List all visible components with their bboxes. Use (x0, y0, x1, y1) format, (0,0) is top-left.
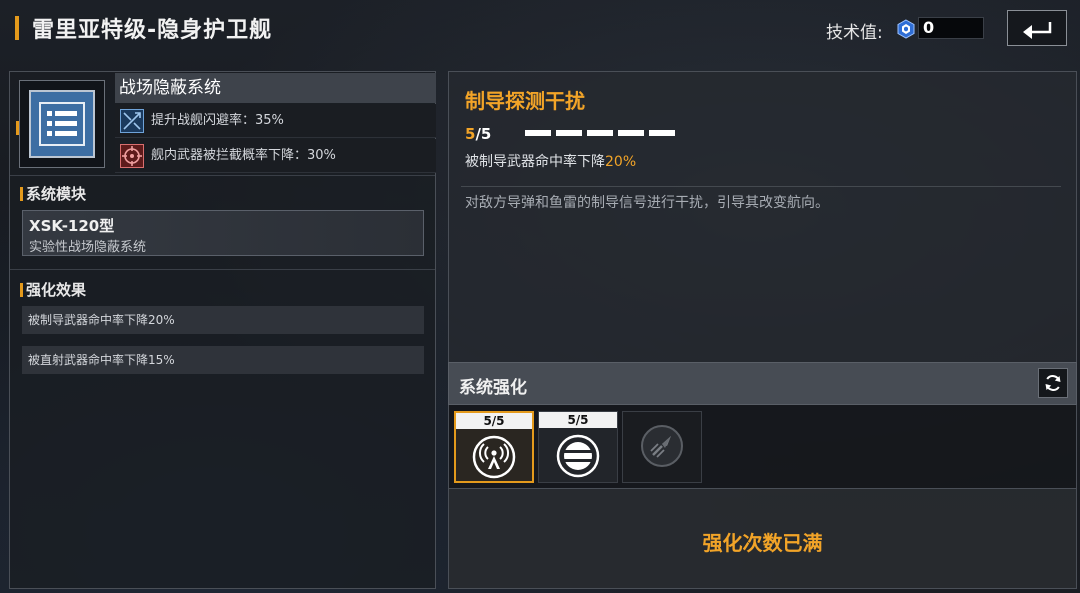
perk-effect-text: 被制导武器命中率下降 (465, 154, 605, 170)
back-button[interactable] (1007, 10, 1067, 46)
enhance-effect-item: 被直射武器命中率下降15% (22, 346, 424, 374)
title-accent-bar (15, 16, 19, 40)
perk-divider (461, 186, 1061, 187)
system-name: 战场隐蔽系统 (115, 73, 436, 103)
slot-level: 5/5 (456, 413, 532, 429)
module-accent-bar (16, 121, 19, 135)
module-card[interactable] (16, 80, 105, 168)
module-model-box[interactable]: XSK-120型 实验性战场隐蔽系统 (22, 210, 424, 256)
enhancement-header: 系统强化 (448, 362, 1077, 405)
module-model-desc: 实验性战场隐蔽系统 (29, 240, 147, 255)
enhancement-title: 系统强化 (459, 378, 527, 398)
enhancement-status-area: 强化次数已满 (448, 488, 1077, 589)
module-model-name: XSK-120型 (29, 217, 115, 235)
level-pip (587, 130, 613, 136)
section-accent-bar (20, 283, 23, 297)
tech-value-label: 技术值: (826, 23, 883, 43)
tech-value: 0 (923, 18, 935, 37)
back-arrow-icon (1023, 22, 1052, 39)
target-icon (120, 144, 144, 168)
enhance-effect-item: 被制导武器命中率下降20% (22, 306, 424, 334)
section-divider (10, 269, 435, 270)
level-pip (649, 130, 675, 136)
missile-locked-icon (640, 424, 684, 472)
refresh-icon (1045, 375, 1061, 391)
perk-title: 制导探测干扰 (465, 89, 585, 113)
enhancement-slot-2[interactable]: 5/5 (538, 411, 618, 483)
level-pip (556, 130, 582, 136)
module-section-title: 系统模块 (26, 185, 87, 203)
tech-value-box: 0 (918, 17, 984, 39)
page-title: 雷里亚特级-隐身护卫舰 (32, 18, 273, 43)
slot-level: 5/5 (539, 412, 617, 428)
enhancement-slot-3[interactable] (622, 411, 702, 483)
enhancement-max-status: 强化次数已满 (702, 531, 823, 555)
system-effect-text: 舰内武器被拦截概率下降：30% (151, 148, 336, 163)
perk-detail-panel: 制导探测干扰 5/5 被制导武器命中率下降20% 对敌方导弹和鱼雷的制导信号进行… (448, 71, 1077, 363)
system-effect-row: 提升战舰闪避率：35% (115, 104, 436, 138)
perk-level: 5/5 (465, 125, 491, 143)
level-pip (525, 130, 551, 136)
tech-crystal-icon (896, 19, 916, 39)
refresh-button[interactable] (1038, 368, 1068, 398)
perk-level-max: /5 (475, 125, 492, 143)
enhancement-slots: 5/5 5/5 (448, 405, 1077, 488)
system-info-panel: 战场隐蔽系统 提升战舰闪避率：35% 舰内武器被拦截概率下降：30% 系统模块 … (9, 71, 436, 589)
section-accent-bar (20, 187, 23, 201)
perk-description: 对敌方导弹和鱼雷的制导信号进行干扰，引导其改变航向。 (465, 195, 829, 211)
list-module-icon (29, 90, 95, 158)
system-effect-row: 舰内武器被拦截概率下降：30% (115, 139, 436, 173)
perk-effect: 被制导武器命中率下降20% (465, 151, 636, 171)
enhancement-slot-1[interactable]: 5/5 (454, 411, 534, 483)
signal-tower-icon (472, 435, 516, 483)
enhance-effects-title: 强化效果 (26, 281, 87, 299)
perk-level-current: 5 (465, 125, 476, 143)
level-pip (618, 130, 644, 136)
system-effect-text: 提升战舰闪避率：35% (151, 113, 284, 128)
perk-effect-value: 20% (605, 154, 637, 170)
evasion-icon (120, 109, 144, 133)
section-divider (10, 175, 435, 176)
striped-circle-icon (556, 434, 600, 482)
